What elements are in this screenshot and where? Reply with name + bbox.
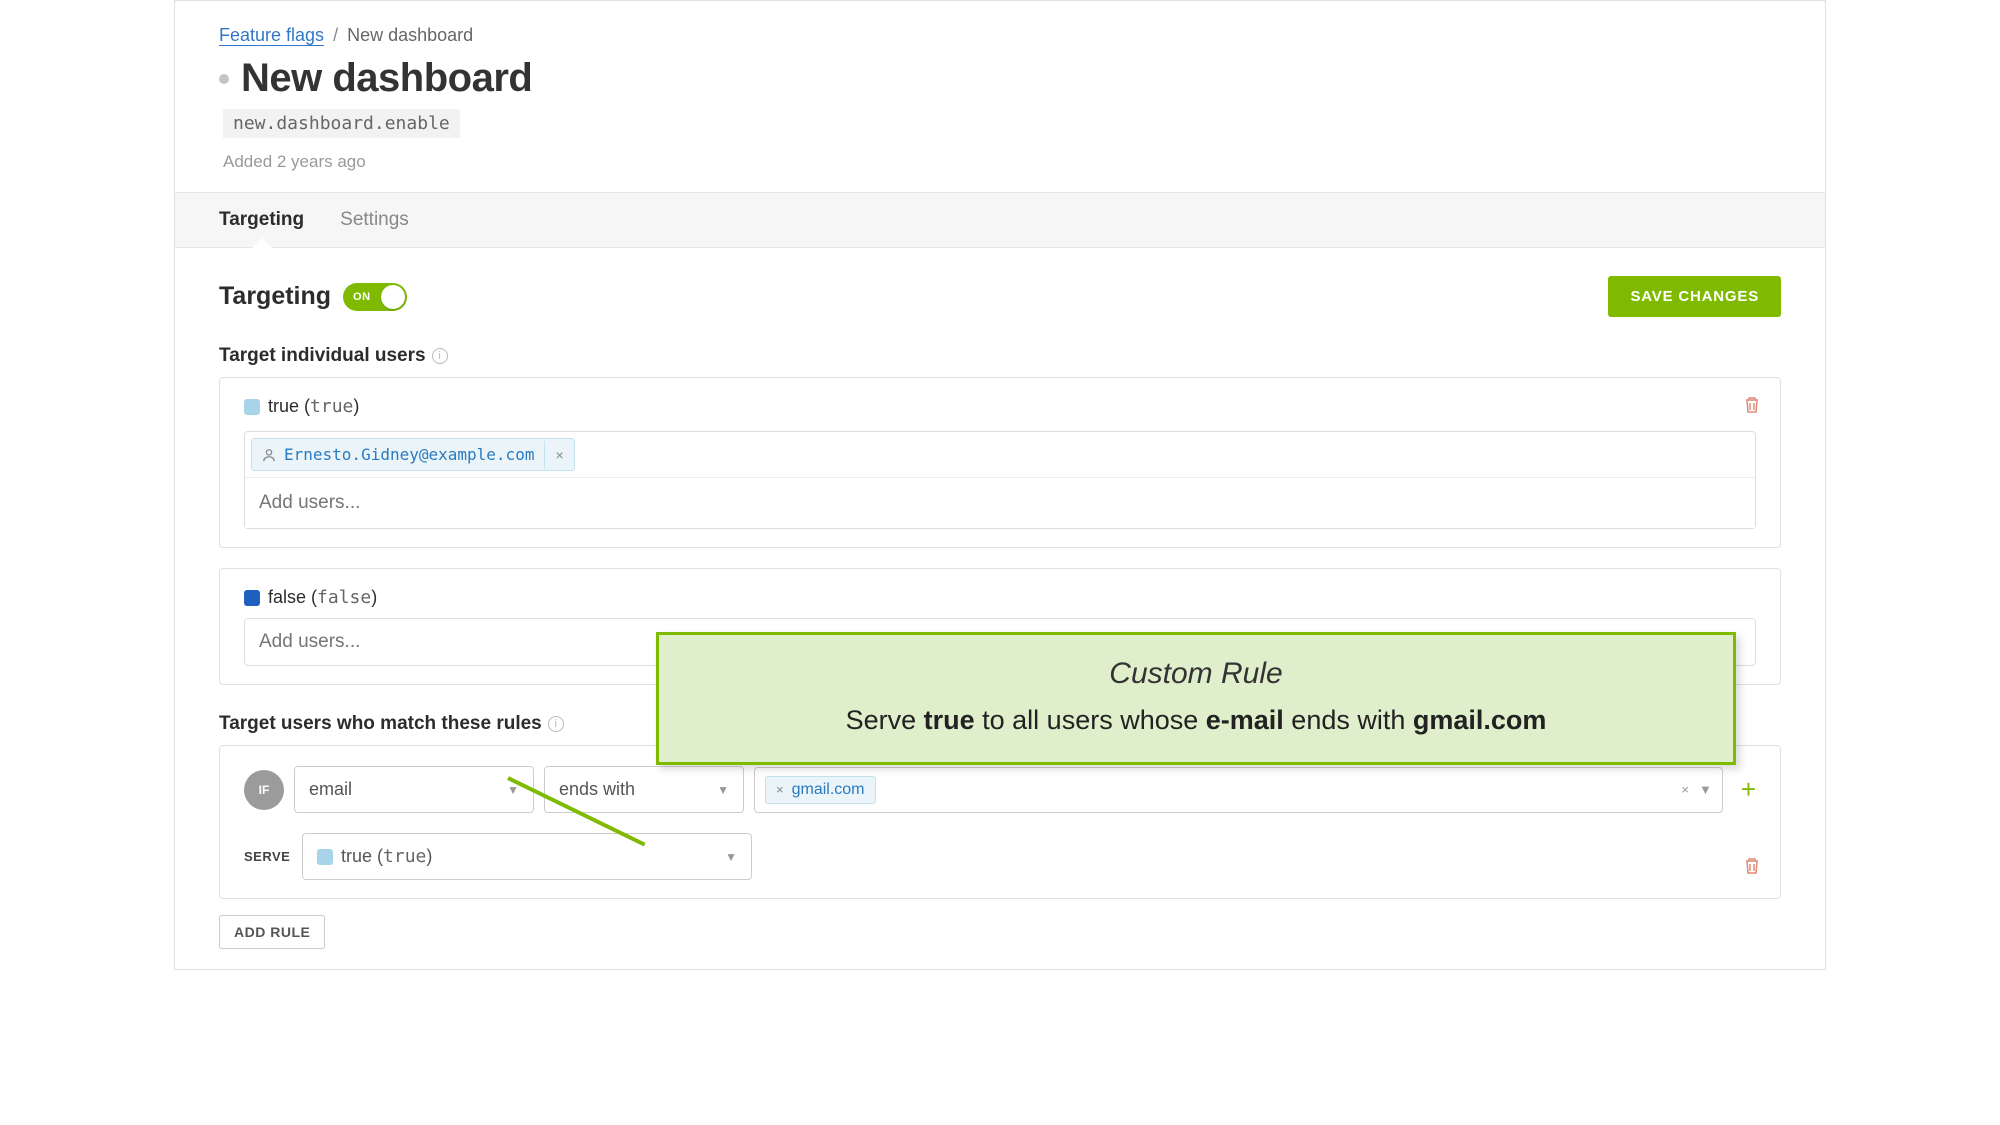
swatch-true-icon bbox=[244, 399, 260, 415]
attribute-select[interactable]: email ▼ bbox=[294, 766, 534, 813]
flag-key: new.dashboard.enable bbox=[223, 109, 460, 138]
callout-title: Custom Rule bbox=[689, 657, 1703, 691]
rules-heading-text: Target users who match these rules bbox=[219, 713, 542, 735]
targeting-heading-group: Targeting ON bbox=[219, 282, 407, 311]
add-users-true-input[interactable] bbox=[245, 478, 1755, 528]
value-chip-text: gmail.com bbox=[792, 781, 865, 799]
operator-select-value: ends with bbox=[559, 779, 635, 800]
add-rule-button[interactable]: ADD RULE bbox=[219, 915, 325, 949]
caret-down-icon: ▼ bbox=[717, 783, 729, 797]
user-chip-email: Ernesto.Gidney@example.com bbox=[284, 445, 534, 464]
page-header: Feature flags / New dashboard New dashbo… bbox=[175, 1, 1825, 192]
serve-value-label: true bbox=[341, 846, 372, 866]
user-icon bbox=[262, 448, 276, 462]
serve-label: SERVE bbox=[244, 849, 288, 864]
add-condition-icon[interactable]: + bbox=[1741, 774, 1756, 805]
trash-icon[interactable] bbox=[1744, 857, 1760, 880]
title-row: New dashboard bbox=[219, 56, 1781, 101]
individual-users-heading-text: Target individual users bbox=[219, 345, 426, 367]
breadcrumb-separator: / bbox=[333, 25, 338, 45]
callout-bold: true bbox=[924, 705, 975, 735]
info-icon[interactable]: i bbox=[548, 716, 564, 732]
if-badge: IF bbox=[244, 770, 284, 810]
page-title: New dashboard bbox=[241, 56, 532, 101]
targeting-heading: Targeting bbox=[219, 282, 331, 311]
page-container: Feature flags / New dashboard New dashbo… bbox=[174, 0, 1826, 970]
value-input[interactable]: × gmail.com × ▼ bbox=[754, 767, 1723, 813]
callout-text: ends with bbox=[1284, 705, 1413, 735]
callout-body: Serve true to all users whose e-mail end… bbox=[689, 705, 1703, 736]
tab-targeting[interactable]: Targeting bbox=[219, 193, 304, 247]
variation-true-label: true bbox=[268, 396, 299, 416]
individual-users-heading: Target individual users i bbox=[219, 345, 1781, 367]
true-users-chips: Ernesto.Gidney@example.com × bbox=[245, 432, 1755, 478]
toggle-label: ON bbox=[353, 291, 371, 303]
callout-text: Serve bbox=[846, 705, 924, 735]
targeting-toggle[interactable]: ON bbox=[343, 283, 407, 311]
added-timestamp: Added 2 years ago bbox=[223, 152, 1781, 172]
clear-icon[interactable]: × bbox=[1681, 782, 1689, 797]
chip-remove-icon[interactable]: × bbox=[544, 441, 573, 469]
serve-row: SERVE true (true) ▼ bbox=[244, 833, 1756, 880]
callout-bold: e-mail bbox=[1206, 705, 1284, 735]
variation-false-code: false bbox=[317, 587, 371, 608]
save-changes-button[interactable]: SAVE CHANGES bbox=[1608, 276, 1781, 317]
callout-box: Custom Rule Serve true to all users whos… bbox=[656, 632, 1736, 765]
swatch-true-icon bbox=[317, 849, 333, 865]
caret-down-icon[interactable]: ▼ bbox=[1699, 782, 1712, 797]
value-chip: × gmail.com bbox=[765, 776, 876, 804]
targeting-header: Targeting ON SAVE CHANGES bbox=[219, 276, 1781, 317]
info-icon[interactable]: i bbox=[432, 348, 448, 364]
true-users-box: Ernesto.Gidney@example.com × bbox=[244, 431, 1756, 529]
value-chip-remove-icon[interactable]: × bbox=[776, 782, 784, 797]
tabs: Targeting Settings bbox=[175, 192, 1825, 248]
user-chip: Ernesto.Gidney@example.com × bbox=[251, 438, 575, 471]
operator-select[interactable]: ends with ▼ bbox=[544, 766, 744, 813]
variation-true-card: true (true) Ernesto.Gidney@example.com × bbox=[219, 377, 1781, 548]
callout-text: to all users whose bbox=[975, 705, 1206, 735]
variation-true-header: true (true) bbox=[244, 396, 1756, 417]
variation-false-label: false bbox=[268, 587, 306, 607]
serve-select[interactable]: true (true) ▼ bbox=[302, 833, 752, 880]
breadcrumb-root-link[interactable]: Feature flags bbox=[219, 25, 324, 46]
rule-condition-row: IF email ▼ ends with ▼ × gmail.com × bbox=[244, 766, 1756, 813]
rule-card: IF email ▼ ends with ▼ × gmail.com × bbox=[219, 745, 1781, 899]
attribute-select-value: email bbox=[309, 779, 352, 800]
variation-true-code: true bbox=[310, 396, 353, 417]
caret-down-icon: ▼ bbox=[725, 850, 737, 864]
status-dot-icon bbox=[219, 74, 229, 84]
value-box-controls: × ▼ bbox=[1681, 782, 1711, 797]
breadcrumb: Feature flags / New dashboard bbox=[219, 25, 1781, 46]
content: Targeting ON SAVE CHANGES Target individ… bbox=[175, 248, 1825, 969]
trash-icon[interactable] bbox=[1744, 396, 1760, 419]
serve-value-code: true bbox=[383, 846, 426, 867]
variation-false-header: false (false) bbox=[244, 587, 1756, 608]
breadcrumb-current: New dashboard bbox=[347, 25, 473, 45]
swatch-false-icon bbox=[244, 590, 260, 606]
callout-bold: gmail.com bbox=[1413, 705, 1547, 735]
toggle-knob-icon bbox=[381, 285, 405, 309]
tab-settings[interactable]: Settings bbox=[340, 193, 409, 247]
